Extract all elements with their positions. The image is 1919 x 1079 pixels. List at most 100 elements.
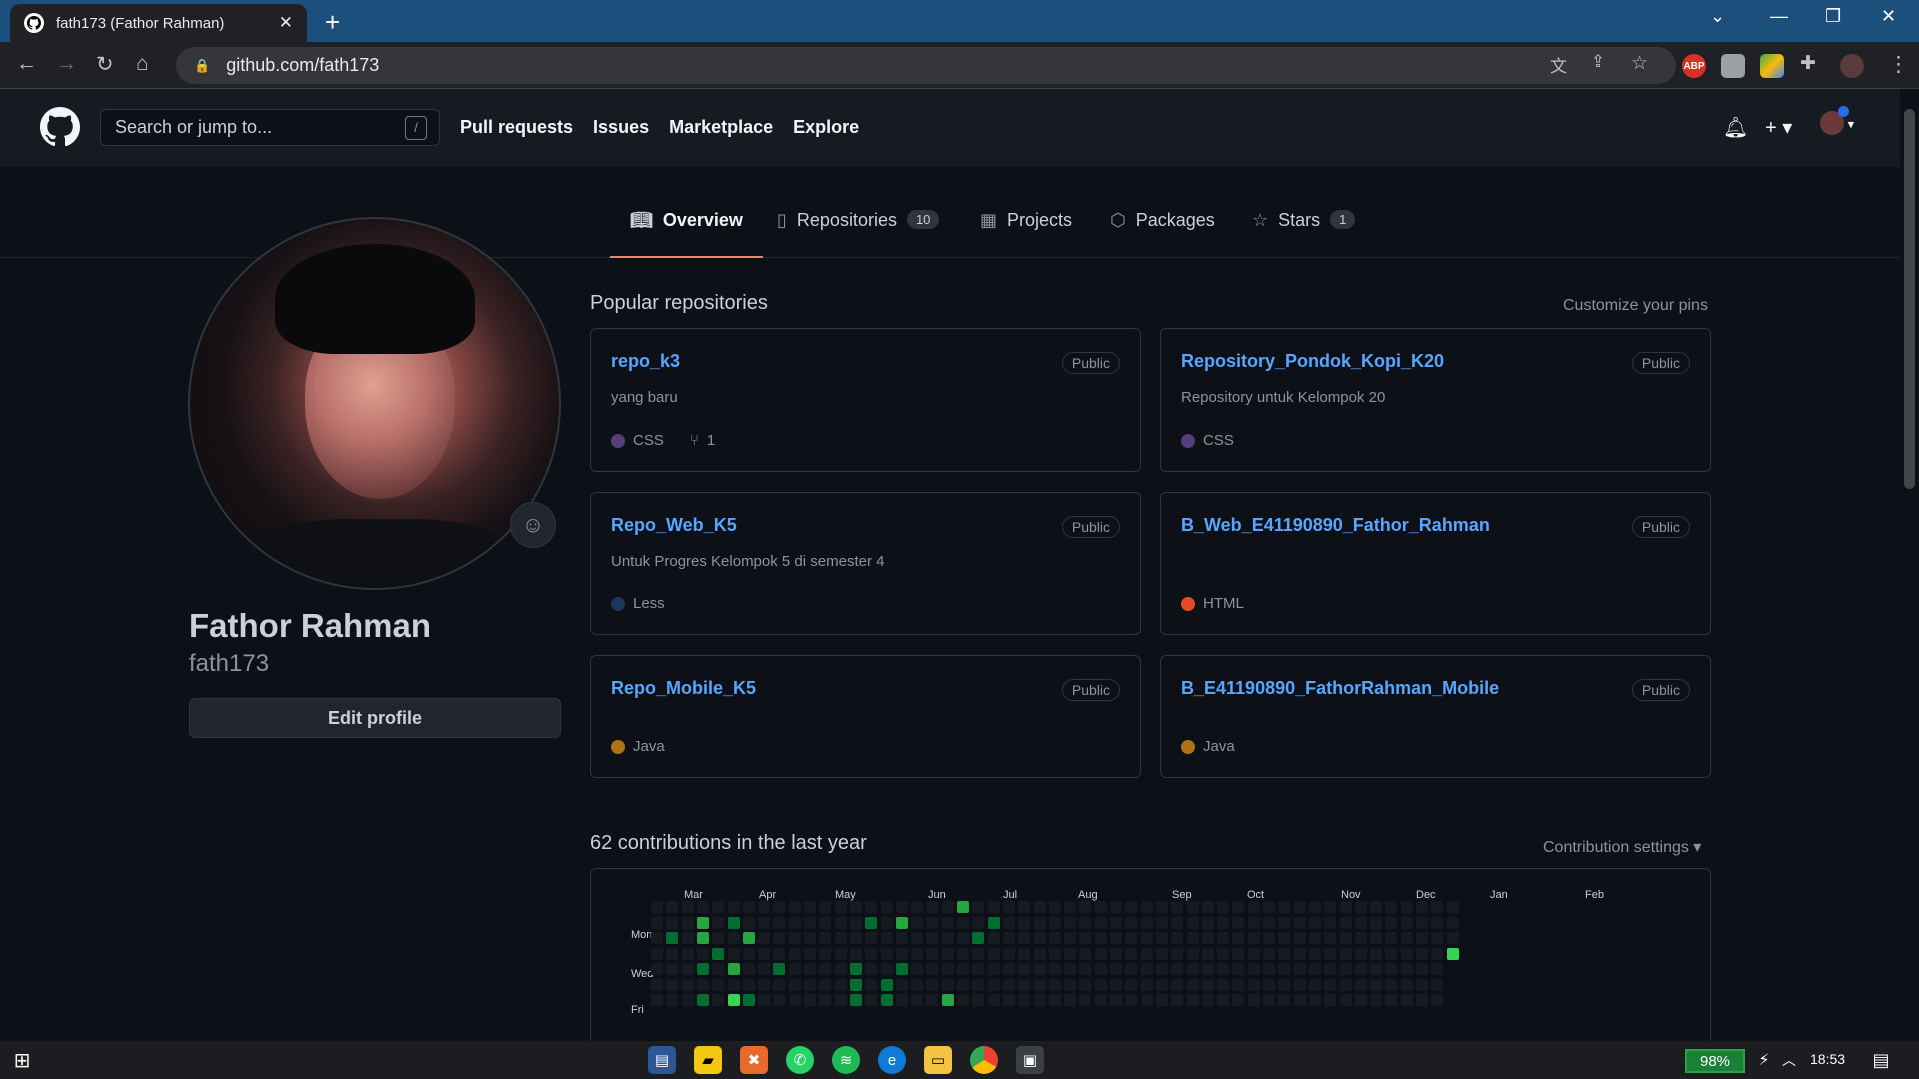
contribution-day-cell[interactable] <box>773 901 786 913</box>
set-status-smiley-icon[interactable]: ☺ <box>510 502 556 548</box>
contribution-day-cell[interactable] <box>742 901 755 913</box>
github-logo-icon[interactable] <box>40 107 81 152</box>
contribution-day-cell[interactable] <box>1155 901 1168 913</box>
contribution-day-cell[interactable] <box>1293 978 1306 991</box>
contribution-day-cell[interactable] <box>1263 916 1275 929</box>
contribution-day-cell[interactable] <box>1324 901 1337 913</box>
contribution-day-cell[interactable] <box>1155 978 1168 991</box>
contribution-day-cell[interactable] <box>1048 916 1061 929</box>
contribution-day-cell[interactable] <box>1431 932 1444 944</box>
contribution-day-cell[interactable] <box>788 901 801 913</box>
contribution-day-cell[interactable] <box>1339 963 1352 975</box>
contribution-day-cell[interactable] <box>1018 916 1031 929</box>
contribution-day-cell[interactable] <box>911 978 924 991</box>
address-bar[interactable]: 🔒 github.com/fath173 <box>176 47 1676 84</box>
contribution-day-cell[interactable] <box>1400 978 1413 991</box>
contribution-day-cell[interactable] <box>712 932 725 944</box>
extension-icon[interactable] <box>1721 54 1745 78</box>
contribution-day-cell[interactable] <box>1033 994 1046 1006</box>
contribution-day-cell[interactable] <box>1232 901 1245 913</box>
contribution-day-cell[interactable] <box>1048 978 1061 991</box>
contribution-day-cell[interactable] <box>1140 947 1153 960</box>
contribution-day-cell[interactable] <box>1064 994 1077 1006</box>
contribution-day-cell[interactable] <box>1324 932 1337 944</box>
customize-pins-link[interactable]: Customize your pins <box>1563 297 1708 315</box>
contribution-day-cell[interactable] <box>1400 963 1413 975</box>
contribution-day-cell[interactable] <box>1308 916 1321 929</box>
contribution-day-cell[interactable] <box>819 963 832 975</box>
contribution-day-cell[interactable] <box>1416 901 1428 913</box>
contribution-day-cell[interactable] <box>1293 963 1306 975</box>
contribution-day-cell[interactable] <box>941 994 954 1006</box>
contribution-day-cell[interactable] <box>1140 901 1153 913</box>
new-tab-icon[interactable]: + <box>325 7 340 38</box>
contribution-day-cell[interactable] <box>865 947 878 960</box>
contribution-day-cell[interactable] <box>788 932 801 944</box>
contribution-day-cell[interactable] <box>788 947 801 960</box>
contribution-day-cell[interactable] <box>1002 901 1015 913</box>
contribution-day-cell[interactable] <box>758 916 771 929</box>
minimize-icon[interactable]: — <box>1770 6 1788 27</box>
nav-explore[interactable]: Explore <box>793 117 859 138</box>
contribution-day-cell[interactable] <box>865 932 878 944</box>
contribution-day-cell[interactable] <box>727 947 740 960</box>
repo-name-link[interactable]: Repo_Mobile_K5 <box>611 678 756 699</box>
contribution-day-cell[interactable] <box>1431 901 1444 913</box>
contribution-day-cell[interactable] <box>1033 978 1046 991</box>
contribution-day-cell[interactable] <box>1094 916 1107 929</box>
contribution-day-cell[interactable] <box>1217 978 1230 991</box>
contribution-day-cell[interactable] <box>1064 947 1077 960</box>
contribution-day-cell[interactable] <box>758 947 771 960</box>
tab-packages[interactable]: ⬡ Packages <box>1090 210 1235 258</box>
contribution-day-cell[interactable] <box>1263 994 1275 1006</box>
contribution-day-cell[interactable] <box>1232 994 1245 1006</box>
contribution-day-cell[interactable] <box>1186 994 1199 1006</box>
contribution-day-cell[interactable] <box>880 901 893 913</box>
contribution-day-cell[interactable] <box>849 963 862 975</box>
contribution-day-cell[interactable] <box>727 916 740 929</box>
contribution-day-cell[interactable] <box>742 994 755 1006</box>
contribution-day-cell[interactable] <box>1079 994 1092 1006</box>
contribution-day-cell[interactable] <box>880 963 893 975</box>
contribution-day-cell[interactable] <box>1354 901 1367 913</box>
contribution-day-cell[interactable] <box>1201 978 1214 991</box>
contribution-day-cell[interactable] <box>651 978 663 991</box>
contribution-day-cell[interactable] <box>1171 932 1184 944</box>
contribution-day-cell[interactable] <box>1064 978 1077 991</box>
nav-issues[interactable]: Issues <box>593 117 649 138</box>
share-icon[interactable]: ⇪ <box>1591 52 1605 72</box>
contribution-day-cell[interactable] <box>1048 901 1061 913</box>
contribution-day-cell[interactable] <box>1354 932 1367 944</box>
restore-icon[interactable]: ❐ <box>1825 6 1841 27</box>
taskbar-window-icon[interactable]: ▣ <box>1016 1046 1044 1074</box>
contribution-day-cell[interactable] <box>1416 994 1428 1006</box>
contribution-day-cell[interactable] <box>1339 932 1352 944</box>
contribution-day-cell[interactable] <box>712 994 725 1006</box>
contribution-day-cell[interactable] <box>1217 963 1230 975</box>
contribution-day-cell[interactable] <box>895 916 908 929</box>
contribution-day-cell[interactable] <box>666 932 679 944</box>
contribution-day-cell[interactable] <box>681 947 694 960</box>
contribution-day-cell[interactable] <box>696 978 709 991</box>
contribution-day-cell[interactable] <box>911 947 924 960</box>
contribution-day-cell[interactable] <box>1400 901 1413 913</box>
contribution-day-cell[interactable] <box>1278 932 1291 944</box>
contribution-day-cell[interactable] <box>895 947 908 960</box>
contribution-day-cell[interactable] <box>1339 947 1352 960</box>
contribution-day-cell[interactable] <box>957 916 969 929</box>
contribution-day-cell[interactable] <box>1400 947 1413 960</box>
contribution-day-cell[interactable] <box>1110 947 1122 960</box>
contribution-day-cell[interactable] <box>819 947 832 960</box>
taskbar-app-icon[interactable]: ▤ <box>648 1046 676 1074</box>
contribution-day-cell[interactable] <box>1186 947 1199 960</box>
contribution-day-cell[interactable] <box>1247 932 1260 944</box>
nav-marketplace[interactable]: Marketplace <box>669 117 773 138</box>
contribution-day-cell[interactable] <box>1094 947 1107 960</box>
contribution-day-cell[interactable] <box>1002 916 1015 929</box>
contribution-day-cell[interactable] <box>1278 901 1291 913</box>
contribution-day-cell[interactable] <box>1140 963 1153 975</box>
contribution-day-cell[interactable] <box>1110 963 1122 975</box>
contribution-day-cell[interactable] <box>696 932 709 944</box>
contribution-day-cell[interactable] <box>1263 932 1275 944</box>
contribution-day-cell[interactable] <box>865 994 878 1006</box>
